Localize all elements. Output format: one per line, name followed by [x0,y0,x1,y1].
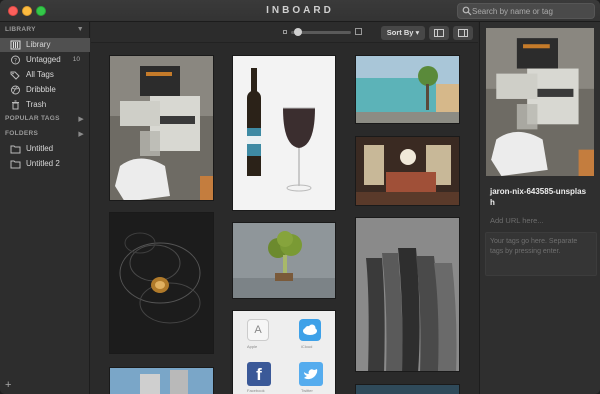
image-grid-area: Sort By ▾ A Apple iCloud f Facebook Twit… [91,22,478,394]
sidebar-item-label: Dribbble [26,85,56,94]
hanging-clothes-photo [356,218,459,371]
image-card-rain-leaf[interactable] [109,212,214,354]
icloud-app-icon [299,319,321,341]
microscope-preview-photo [486,28,594,176]
library-section-header[interactable]: LIBRARY ▼ [5,26,87,38]
image-card-app-icons[interactable]: A Apple iCloud f Facebook Twitter [232,310,336,394]
sidebar-folder-untitled[interactable]: Untitled [0,142,90,156]
sidebar: LIBRARY ▼ Library ? Untagged 10 All Tags… [0,22,90,394]
popular-tags-header-label: POPULAR TAGS [5,115,60,122]
popular-tags-section-header[interactable]: POPULAR TAGS ▶ [5,115,87,127]
app-window: INBOARD LIBRARY ▼ Library [0,0,600,394]
title-bar: INBOARD [0,0,600,22]
folder-icon [10,160,21,169]
sidebar-item-library[interactable]: Library [0,38,90,52]
svg-text:?: ? [14,58,17,65]
apple-label: Apple [247,344,258,349]
sidebar-item-label: Trash [26,100,47,109]
toggle-right-sidebar-button[interactable] [453,26,473,40]
selected-image-preview[interactable] [486,28,594,176]
zoom-in-icon[interactable] [355,28,362,35]
search-box[interactable] [457,3,595,19]
library-header-label: LIBRARY [5,26,36,33]
zoom-out-icon[interactable] [283,30,287,34]
image-card-partial[interactable] [355,384,460,394]
facebook-label: Facebook [247,388,265,393]
twitter-label: Twitter [301,388,313,393]
folder-icon [10,145,21,154]
url-field[interactable] [490,213,590,227]
image-card-clothes[interactable] [355,217,460,372]
zoom-slider-handle[interactable] [294,28,302,36]
grid-toolbar: Sort By ▾ [91,22,478,43]
image-card-wine[interactable] [232,55,336,211]
partial-photo [356,385,459,394]
image-card-microscope[interactable] [109,55,214,201]
folder-label: Untitled 2 [26,159,60,168]
expand-arrow-icon[interactable]: ▶ [78,115,84,123]
search-icon [462,6,472,16]
sidebar-item-label: All Tags [26,70,54,79]
cafe-interior-photo [356,137,459,205]
microscope-photo [110,56,213,200]
sidebar-item-trash[interactable]: Trash [0,98,90,112]
building-photo [110,368,213,394]
tags-icon [10,71,20,80]
apple-app-icon: A [247,319,269,341]
folder-label: Untitled [26,144,54,153]
add-folder-button[interactable]: + [5,380,15,391]
sidebar-folder-untitled-2[interactable]: Untitled 2 [0,157,90,171]
sidebar-item-all-tags[interactable]: All Tags [0,68,90,82]
collapse-arrow-icon[interactable]: ▼ [77,26,84,33]
untagged-count-badge: 10 [72,56,80,63]
search-input[interactable] [472,5,592,17]
image-card-storefront[interactable] [355,55,460,124]
sidebar-item-dribbble[interactable]: Dribbble [0,83,90,97]
tags-field[interactable]: Your tags go here. Separate tags by pres… [485,232,597,276]
rain-leaf-photo [110,213,213,353]
expand-arrow-icon[interactable]: ▶ [78,130,84,138]
trash-icon [12,100,19,110]
sidebar-left-icon [434,29,444,37]
image-card-cafe[interactable] [355,136,460,206]
facebook-app-icon: f [247,362,271,386]
image-card-building[interactable] [109,367,214,394]
library-icon [10,40,21,50]
twitter-app-icon [299,362,323,386]
sidebar-item-label: Library [26,40,51,49]
dribbble-icon [11,85,20,95]
sidebar-item-untagged[interactable]: ? Untagged 10 [0,53,90,67]
icloud-label: iCloud [301,344,313,349]
broccoli-photo [233,223,335,298]
toggle-left-sidebar-button[interactable] [429,26,449,40]
wine-bottle-photo [233,56,335,210]
image-filename[interactable]: jaron-nix-643585-unsplash [490,186,590,208]
sidebar-item-label: Untagged [26,55,61,64]
sidebar-right-icon [458,29,468,37]
folders-section-header[interactable]: FOLDERS ▶ [5,130,87,142]
sort-by-button[interactable]: Sort By ▾ [381,26,425,40]
question-icon: ? [11,55,20,65]
image-card-broccoli[interactable] [232,222,336,299]
storefront-photo [356,56,459,123]
folders-header-label: FOLDERS [5,130,39,137]
detail-pane: jaron-nix-643585-unsplash Your tags go h… [479,22,600,394]
